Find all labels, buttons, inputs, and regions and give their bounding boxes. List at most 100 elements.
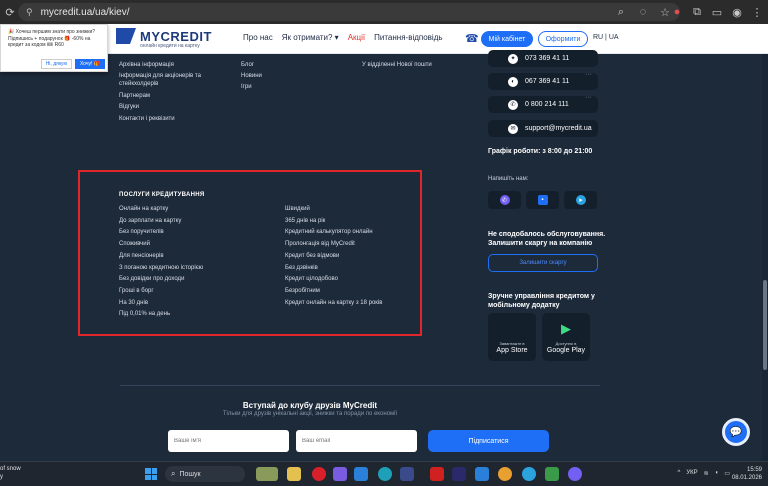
reload-icon[interactable]: ⟳ <box>2 4 18 20</box>
cabinet-button[interactable]: Мій кабінет <box>481 31 533 47</box>
service-link[interactable]: Кредитний калькулятор онлайн <box>285 229 373 235</box>
subscribe-button[interactable]: Підписатися <box>428 430 549 452</box>
taskbar-search[interactable]: ⌕ Пошук <box>165 466 245 482</box>
weather-widget[interactable]: of snow y <box>0 465 21 481</box>
chevron-up-icon[interactable]: ^ <box>678 470 681 477</box>
scrollbar-thumb[interactable] <box>763 280 767 370</box>
write-us-label: Напишіть нам: <box>488 176 529 182</box>
service-link[interactable]: Без довідки про доходи <box>119 276 184 282</box>
edge-icon[interactable] <box>378 467 392 481</box>
service-link[interactable]: До зарплати на картку <box>119 218 181 224</box>
copilot-icon[interactable] <box>333 467 347 481</box>
logo[interactable]: MYCREDIT онлайн кредити на картку <box>116 28 212 49</box>
service-link[interactable]: Онлайн на картку <box>119 206 168 212</box>
lifecell-icon: ◐ <box>508 76 518 87</box>
menu-dots-icon[interactable]: ⋮ <box>750 4 764 20</box>
kyivstar-icon: ✦ <box>508 53 518 64</box>
service-link[interactable]: Кредит онлайн на картку з 18 років <box>285 300 382 306</box>
viber-icon[interactable] <box>568 467 582 481</box>
service-link[interactable]: Під 0,01% на день <box>119 311 170 317</box>
menu-item-promotions[interactable]: Акції <box>348 33 365 42</box>
footer-link-contacts[interactable]: Контакти і реквізити <box>119 116 175 122</box>
widget-thumbnail-icon[interactable] <box>256 467 278 481</box>
windows-start-icon[interactable] <box>145 468 157 480</box>
phone-icon[interactable]: ☎ <box>465 32 479 45</box>
store-icon[interactable] <box>354 467 368 481</box>
chrome-icon[interactable] <box>498 467 512 481</box>
dropbox-icon[interactable] <box>475 467 489 481</box>
google-play-button[interactable]: ▶ Доступно в Google Play <box>542 313 590 361</box>
footer-link-partners[interactable]: Партнерам <box>119 93 150 99</box>
chat-icon: ▪ <box>537 195 548 205</box>
footer-link-games[interactable]: Ігри <box>241 84 252 90</box>
service-link[interactable]: Кредит цілодобово <box>285 276 338 282</box>
service-link[interactable]: Кредит без відмови <box>285 253 339 259</box>
telegram-icon[interactable] <box>522 467 536 481</box>
telegram-button[interactable]: ➤ <box>564 191 597 209</box>
contact-email[interactable]: ✉ support@mycredit.ua <box>488 120 598 137</box>
battery-icon[interactable]: ▭ <box>724 470 730 477</box>
menu-item-about[interactable]: Про нас <box>243 33 273 42</box>
contact-kyivstar[interactable]: ✦ 073 369 41 11 <box>488 50 598 67</box>
name-input[interactable] <box>168 430 289 452</box>
footer-link-stakeholders[interactable]: стейкхолдерів <box>119 81 158 87</box>
app-icon[interactable] <box>452 467 466 481</box>
clock[interactable]: 15:59 08.01.2026 <box>732 466 762 482</box>
footer-divider <box>120 385 600 386</box>
url-text: mycredit.ua/ua/kiev/ <box>40 6 130 18</box>
wifi-icon[interactable]: ≋ <box>704 470 709 477</box>
sidebar-icon[interactable]: ▭ <box>710 4 724 20</box>
service-link[interactable]: 365 днів на рік <box>285 218 325 224</box>
service-link[interactable]: Без поручителів <box>119 229 164 235</box>
viber-icon: ✆ <box>499 195 510 205</box>
lock-icon[interactable]: ⚲ <box>26 7 33 18</box>
service-link[interactable]: Безробітним <box>285 288 320 294</box>
service-link[interactable]: Для пенсіонерів <box>119 253 164 259</box>
service-link[interactable]: Споживчий <box>119 241 150 247</box>
app-store-button[interactable]: Завантажте в App Store <box>488 313 536 361</box>
viber-button[interactable]: ✆ <box>488 191 521 209</box>
subscribe-notification: 🎉 Хочеш першим знати про знижки? Підпиши… <box>0 24 108 72</box>
chat-button[interactable]: ▪ <box>526 191 559 209</box>
language-switch[interactable]: RU | UA <box>593 34 619 41</box>
contact-lifecell[interactable]: ◐ 067 369 41 11 ··· <box>488 71 598 90</box>
file-explorer-icon[interactable] <box>287 467 301 481</box>
opera-icon[interactable] <box>312 467 326 481</box>
language-indicator[interactable]: УКР <box>686 470 697 477</box>
email-input[interactable] <box>296 430 417 452</box>
zoom-icon[interactable]: ⌕ <box>613 4 629 20</box>
calendar-app-icon[interactable] <box>430 467 444 481</box>
service-link[interactable]: Пролонгація від MyCredit <box>285 241 355 247</box>
service-link[interactable]: З поганою кредитною історією <box>119 265 203 271</box>
eye-off-icon[interactable]: ◌ <box>635 4 651 20</box>
extension-icon[interactable]: ● <box>670 4 684 20</box>
menu-item-faq[interactable]: Питання-відповідь <box>374 33 442 42</box>
service-link[interactable]: Швидкий <box>285 206 310 212</box>
footer-link-news[interactable]: Новини <box>241 73 262 79</box>
contact-free-phone[interactable]: ✆ 0 800 214 111 ··· <box>488 94 598 113</box>
service-link[interactable]: На 30 днів <box>119 300 148 306</box>
scrollbar[interactable] <box>762 54 768 461</box>
app-icon[interactable] <box>400 467 414 481</box>
footer-link-archive[interactable]: Архівна інформація <box>119 62 174 68</box>
address-bar[interactable]: ⚲ mycredit.ua/ua/kiev/ <box>18 3 680 21</box>
footer-link-blog[interactable]: Блог <box>241 62 254 68</box>
support-chat-icon[interactable]: 💬 <box>722 418 750 446</box>
menu-item-how-to-get[interactable]: Як отримати? ▾ <box>282 33 339 42</box>
logo-icon <box>116 28 136 44</box>
footer-link-shareholders[interactable]: Інформація для акціонерів та <box>119 73 201 79</box>
app-heading: Зручне управління кредитом у мобільному … <box>488 293 595 309</box>
apply-button[interactable]: Оформити <box>538 31 588 47</box>
service-link[interactable]: Гроші в борг <box>119 288 154 294</box>
complaint-button[interactable]: Залишити скаргу <box>488 254 598 272</box>
main-menu: Про нас Як отримати? ▾ Акції Питання-від… <box>243 33 452 42</box>
profile-icon[interactable]: ◉ <box>730 4 744 20</box>
footer-link-nova-poshta[interactable]: У відділенні Нової пошти <box>362 62 432 68</box>
app-icon[interactable] <box>545 467 559 481</box>
footer-link-reviews[interactable]: Відгуки <box>119 104 139 110</box>
notification-decline-button[interactable]: Ні, дякую <box>41 59 72 69</box>
service-link[interactable]: Без дзвінків <box>285 265 318 271</box>
puzzle-icon[interactable]: ⧉ <box>690 4 704 20</box>
volume-icon[interactable]: ◖ <box>715 470 719 477</box>
notification-accept-button[interactable]: Хочу! 🎁 <box>75 59 105 69</box>
